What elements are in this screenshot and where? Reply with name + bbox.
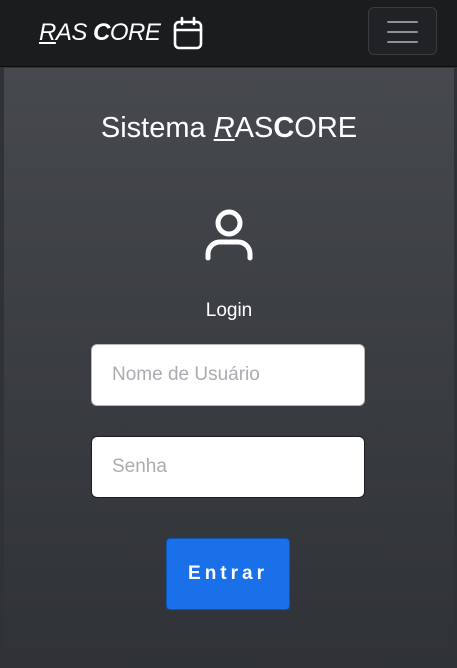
login-label: Login (205, 300, 253, 321)
calendar-icon (173, 16, 203, 50)
hamburger-menu-button[interactable] (368, 7, 437, 55)
user-icon (203, 208, 255, 262)
brand[interactable]: RAS CORE (39, 16, 203, 50)
login-panel: Sistema RASCORE Login Entrar (4, 68, 454, 668)
login-button[interactable]: Entrar (166, 538, 290, 610)
username-input[interactable] (91, 344, 365, 406)
hamburger-menu-icon (387, 21, 418, 23)
hamburger-bar (387, 31, 418, 33)
brand-name: RAS CORE (39, 19, 161, 46)
hamburger-bar (387, 41, 418, 43)
navbar: RAS CORE (0, 0, 457, 67)
password-input[interactable] (91, 436, 365, 498)
page-title: Sistema RASCORE (100, 112, 358, 144)
